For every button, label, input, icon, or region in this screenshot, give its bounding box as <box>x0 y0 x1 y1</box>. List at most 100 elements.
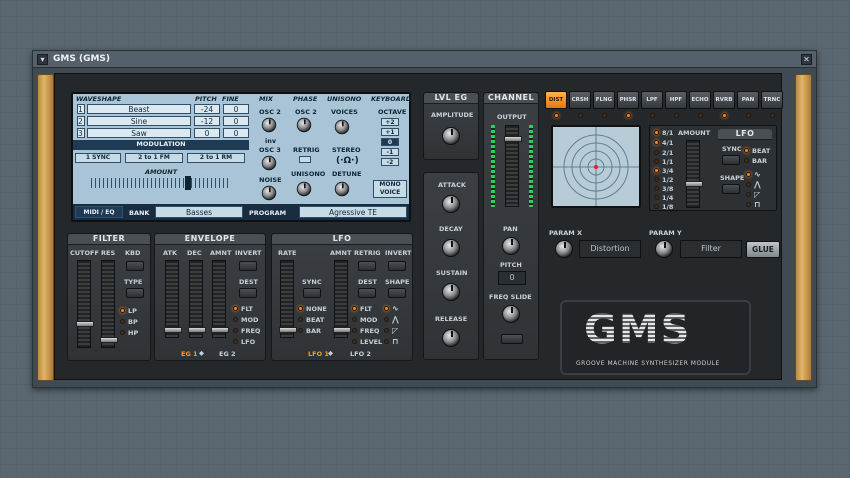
fx-sync-button[interactable] <box>722 155 740 165</box>
lfo-amnt-fader[interactable] <box>333 260 351 338</box>
attack-knob[interactable] <box>442 195 460 213</box>
param-y-knob[interactable] <box>655 240 673 258</box>
xy-pad[interactable] <box>551 125 641 208</box>
lfo-sync-button[interactable] <box>303 288 321 298</box>
octave-minus1[interactable]: -1 <box>381 148 399 156</box>
atk-label: ATK <box>163 249 177 257</box>
lfo-invert-button[interactable] <box>388 261 406 271</box>
eg2-tab[interactable]: EG 2 <box>219 350 236 358</box>
fx-lpf-button[interactable]: LPF <box>641 91 663 109</box>
amplitude-knob[interactable] <box>442 127 460 145</box>
invert-button[interactable] <box>239 261 257 271</box>
lfo-rate-fader[interactable] <box>279 260 297 338</box>
attack-label: ATTACK <box>438 181 466 189</box>
cutoff-fader[interactable] <box>76 260 94 348</box>
lfo-retrig-button[interactable] <box>358 261 376 271</box>
sync-button[interactable]: 1 SYNC <box>75 153 121 163</box>
lfo1-tab[interactable]: LFO 1 <box>308 350 329 358</box>
fx-rvrb-button[interactable]: RVRB <box>713 91 735 109</box>
fx-pan-button[interactable]: PAN <box>737 91 759 109</box>
output-fader[interactable] <box>504 125 522 207</box>
eg-switch-icon[interactable]: ◆ <box>199 349 204 357</box>
lfo-amnt-label: AMNT <box>330 249 352 257</box>
type-button[interactable] <box>126 288 144 298</box>
decay-knob[interactable] <box>442 239 460 257</box>
fx-dist-button[interactable]: DIST <box>545 91 567 109</box>
mix-osc3-knob[interactable] <box>261 155 277 171</box>
param-y-display[interactable]: Filter <box>680 240 742 258</box>
lfo-flt-label: FLT <box>360 305 372 313</box>
octave-plus2[interactable]: +2 <box>381 118 399 126</box>
fx-led <box>602 113 607 118</box>
octave-plus1[interactable]: +1 <box>381 128 399 136</box>
amount-slider[interactable] <box>91 178 231 188</box>
res-fader[interactable] <box>100 260 118 348</box>
fx-flng-button[interactable]: FLNG <box>593 91 615 109</box>
pitch-display[interactable]: 0 <box>498 271 526 285</box>
fx-echo-button[interactable]: ECHO <box>689 91 711 109</box>
env-freq-led <box>233 328 238 333</box>
phase-osc2-knob[interactable] <box>296 117 312 133</box>
fx-led <box>746 113 751 118</box>
waveshape-select[interactable]: Saw <box>87 128 191 138</box>
pitch-value[interactable]: -24 <box>194 104 220 114</box>
env-freq-label: FREQ <box>241 327 261 335</box>
div-3-8: 3/8 <box>662 185 674 193</box>
kbd-button[interactable] <box>126 261 144 271</box>
noise-knob[interactable] <box>261 185 277 201</box>
amnt-fader[interactable] <box>211 260 229 338</box>
param-x-display[interactable]: Distortion <box>579 240 641 258</box>
phase-unisono-knob[interactable] <box>296 181 312 197</box>
amount-slider-handle[interactable] <box>185 176 191 190</box>
atk-fader[interactable] <box>164 260 182 338</box>
freq-slide-button[interactable] <box>501 334 523 344</box>
lfo-dest-button[interactable] <box>358 288 376 298</box>
lfo-beat-label: BEAT <box>306 316 325 324</box>
fx-shape-button[interactable] <box>722 184 740 194</box>
fine-value[interactable]: 0 <box>223 116 249 126</box>
glue-button[interactable]: GLUE <box>746 241 780 258</box>
octave-zero[interactable]: 0 <box>381 138 399 146</box>
rm-button[interactable]: 2 to 1 RM <box>187 153 245 163</box>
sustain-knob[interactable] <box>442 283 460 301</box>
waveshape-select[interactable]: Beast <box>87 104 191 114</box>
stereo-label: STEREO <box>332 146 361 154</box>
lfo2-tab[interactable]: LFO 2 <box>350 350 371 358</box>
freq-slide-knob[interactable] <box>502 305 520 323</box>
retrig-button[interactable] <box>299 156 311 163</box>
program-select[interactable]: Agressive TE <box>299 206 407 218</box>
bank-select[interactable]: Basses <box>155 206 243 218</box>
param-x-knob[interactable] <box>555 240 573 258</box>
pan-knob[interactable] <box>502 237 520 255</box>
fine-value[interactable]: 0 <box>223 104 249 114</box>
mono-voice-button[interactable]: MONO VOICE <box>373 180 407 198</box>
fx-phsr-button[interactable]: PHSR <box>617 91 639 109</box>
div-1-8: 1/8 <box>662 203 674 211</box>
title-bar[interactable]: ▾ GMS (GMS) ✕ <box>33 51 816 68</box>
detune-knob[interactable] <box>334 181 350 197</box>
lfo-shape-button[interactable] <box>388 288 406 298</box>
osc-row-1: 1 Beast -24 0 <box>77 104 249 115</box>
pitch-value[interactable]: 0 <box>194 128 220 138</box>
fx-trnc-button[interactable]: TRNC <box>761 91 783 109</box>
voices-knob[interactable] <box>334 119 350 135</box>
lfo-switch-icon[interactable]: ◆ <box>328 349 333 357</box>
lfo-freq-led <box>352 328 357 333</box>
fx-amount-fader[interactable] <box>685 140 703 208</box>
fx-crsh-button[interactable]: CRSH <box>569 91 591 109</box>
pitch-value[interactable]: -12 <box>194 116 220 126</box>
env-dest-button[interactable] <box>239 288 257 298</box>
eg1-tab[interactable]: EG 1 <box>181 350 198 358</box>
fine-value[interactable]: 0 <box>223 128 249 138</box>
dec-fader[interactable] <box>188 260 206 338</box>
square-wave-icon: ⊓ <box>754 200 761 209</box>
fx-hpf-button[interactable]: HPF <box>665 91 687 109</box>
midi-eq-button[interactable]: MIDI / EQ <box>75 206 123 218</box>
window-menu-icon[interactable]: ▾ <box>37 54 48 65</box>
mix-osc2-knob[interactable] <box>261 117 277 133</box>
close-icon[interactable]: ✕ <box>801 54 812 65</box>
fm-button[interactable]: 2 to 1 FM <box>125 153 183 163</box>
waveshape-select[interactable]: Sine <box>87 116 191 126</box>
release-knob[interactable] <box>442 329 460 347</box>
octave-minus2[interactable]: -2 <box>381 158 399 166</box>
